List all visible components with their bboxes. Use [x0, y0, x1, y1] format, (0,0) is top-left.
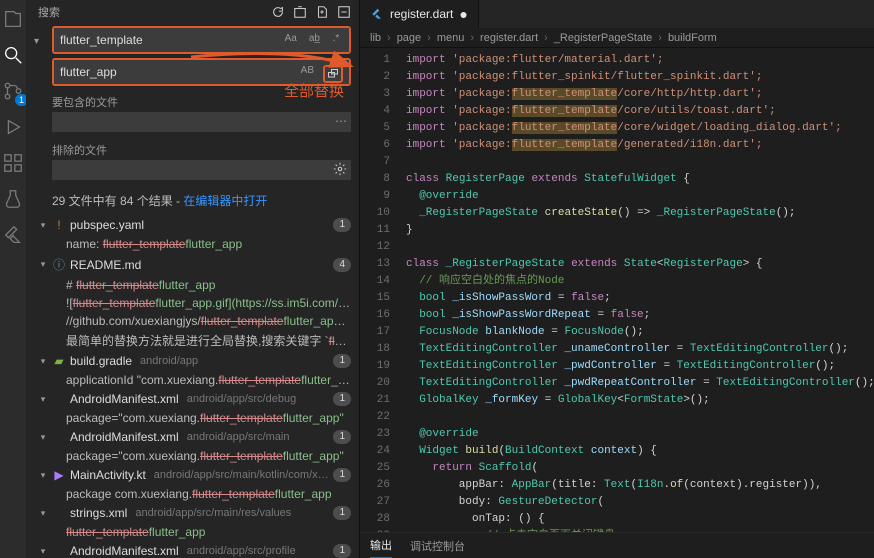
explorer-icon[interactable]	[0, 6, 26, 32]
exclude-input[interactable]	[52, 160, 351, 180]
result-file[interactable]: ▾strings.xmlandroid/app/src/main/res/val…	[34, 503, 359, 523]
tab-bar: register.dart ●	[360, 0, 874, 28]
result-line[interactable]: name: flutter_templateflutter_app	[34, 235, 359, 253]
gear-icon[interactable]	[333, 162, 347, 179]
search-icon[interactable]	[0, 42, 26, 68]
breadcrumb-item[interactable]: buildForm	[668, 32, 717, 44]
result-line[interactable]: 最简单的替换方法就是进行全局替换,搜索关键字 `flutter_templat.…	[34, 330, 359, 351]
result-file[interactable]: ▾▶MainActivity.ktandroid/app/src/main/ko…	[34, 465, 359, 485]
include-label: 要包含的文件	[26, 90, 359, 112]
result-line[interactable]: flutter_templateflutter_app	[34, 523, 359, 541]
include-input[interactable]	[52, 112, 351, 132]
new-file-icon[interactable]	[315, 5, 329, 19]
preserve-case-toggle[interactable]: AB	[298, 63, 317, 78]
tab-debug-console[interactable]: 调试控制台	[410, 534, 465, 558]
line-gutter: 1234567891011121314151617181920212223242…	[360, 48, 400, 532]
code-area[interactable]: import 'package:flutter/material.dart'; …	[400, 48, 874, 532]
open-in-editor-link[interactable]: 在编辑器中打开	[183, 194, 267, 208]
match-case-toggle[interactable]: Aa	[282, 31, 300, 46]
collapse-icon[interactable]	[337, 5, 351, 19]
result-file[interactable]: ▾AndroidManifest.xmlandroid/app/src/main…	[34, 427, 359, 447]
result-file[interactable]: ▾AndroidManifest.xmlandroid/app/src/prof…	[34, 541, 359, 558]
result-file[interactable]: ▾ⓘREADME.md4	[34, 253, 359, 276]
editor-area: register.dart ● lib›page›menu›register.d…	[360, 0, 874, 558]
results-tree[interactable]: ▾!pubspec.yaml1name: flutter_templateflu…	[26, 215, 359, 558]
breadcrumb-item[interactable]: register.dart	[480, 32, 538, 44]
match-word-toggle[interactable]: ab̲	[306, 31, 323, 46]
replace-input-row: AB	[52, 58, 351, 86]
search-panel: 搜索 ▾ Aa ab̲ .* AB	[26, 0, 360, 558]
result-line[interactable]: applicationId "com.xuexiang.flutter_temp…	[34, 371, 359, 389]
tab-register[interactable]: register.dart ●	[360, 0, 479, 28]
activity-bar: 1	[0, 0, 26, 558]
refresh-icon[interactable]	[271, 5, 285, 19]
toggle-replace-icon[interactable]: ▾	[34, 36, 39, 47]
breadcrumb-item[interactable]: menu	[437, 32, 465, 44]
flutter-icon[interactable]	[0, 222, 26, 248]
regex-toggle[interactable]: .*	[329, 31, 343, 46]
result-line[interactable]: package="com.xuexiang.flutter_templatefl…	[34, 447, 359, 465]
result-file[interactable]: ▾▰build.gradleandroid/app1	[34, 351, 359, 371]
breadcrumb-item[interactable]: _RegisterPageState	[554, 32, 652, 44]
replace-all-button[interactable]	[323, 65, 343, 83]
result-line[interactable]: # flutter_templateflutter_app	[34, 276, 359, 294]
results-summary: 29 文件中有 84 个结果 - 在编辑器中打开	[26, 186, 359, 215]
result-line[interactable]: package="com.xuexiang.flutter_templatefl…	[34, 409, 359, 427]
breadcrumb-item[interactable]: lib	[370, 32, 381, 44]
result-line[interactable]: package com.xuexiang.flutter_templateflu…	[34, 485, 359, 503]
extensions-icon[interactable]	[0, 150, 26, 176]
result-line[interactable]: //github.com/xuexiangjys/flutter_templat…	[34, 312, 359, 330]
breadcrumbs[interactable]: lib›page›menu›register.dart›_RegisterPag…	[360, 28, 874, 48]
ellipsis-icon[interactable]: ⋯	[335, 114, 347, 128]
result-file[interactable]: ▾AndroidManifest.xmlandroid/app/src/debu…	[34, 389, 359, 409]
result-line[interactable]: ![flutter_templateflutter_app.gif](https…	[34, 294, 359, 312]
tab-output[interactable]: 输出	[370, 533, 392, 558]
test-icon[interactable]	[0, 186, 26, 212]
search-input-row: Aa ab̲ .*	[52, 26, 351, 54]
exclude-label: 排除的文件	[26, 138, 359, 160]
tab-label: register.dart	[390, 7, 453, 21]
bottom-panel-tabs: 输出 调试控制台	[360, 532, 874, 558]
clear-icon[interactable]	[293, 5, 307, 19]
breadcrumb-item[interactable]: page	[397, 32, 421, 44]
panel-title: 搜索	[38, 4, 60, 20]
source-control-icon[interactable]: 1	[0, 78, 26, 104]
result-file[interactable]: ▾!pubspec.yaml1	[34, 215, 359, 235]
unsaved-dot-icon: ●	[459, 11, 467, 17]
panel-header: 搜索	[26, 0, 359, 22]
debug-icon[interactable]	[0, 114, 26, 140]
